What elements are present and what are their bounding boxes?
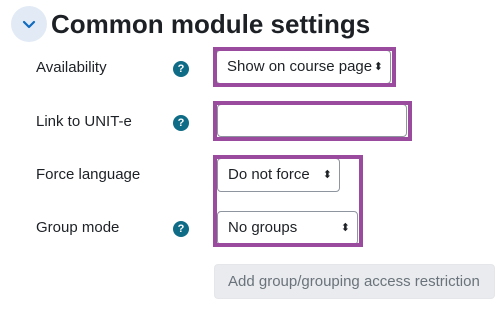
- availability-select[interactable]: Show on course page ⬍: [216, 50, 391, 84]
- collapse-toggle-button[interactable]: [11, 6, 47, 42]
- group-mode-label: Group mode: [36, 219, 120, 236]
- group-mode-select[interactable]: No groups ⬍: [217, 211, 358, 245]
- add-group-access-restriction-button[interactable]: Add group/grouping access restriction: [214, 264, 495, 299]
- help-icon[interactable]: ?: [173, 115, 189, 131]
- force-language-select[interactable]: Do not force ⬍: [217, 158, 340, 192]
- select-arrows-icon: ⬍: [322, 169, 332, 181]
- chevron-down-icon: [22, 20, 36, 29]
- availability-value: Show on course page: [227, 58, 373, 75]
- group-mode-value: No groups: [228, 219, 298, 236]
- help-icon[interactable]: ?: [173, 221, 189, 237]
- select-arrows-icon: ⬍: [340, 222, 350, 234]
- force-language-value: Do not force: [228, 166, 310, 183]
- link-label: Link to UNIT-e: [36, 113, 132, 130]
- help-icon[interactable]: ?: [173, 61, 189, 77]
- select-arrows-icon: ⬍: [373, 61, 383, 73]
- force-language-label: Force language: [36, 166, 141, 183]
- availability-label: Availability: [36, 59, 107, 76]
- section-title: Common module settings: [51, 9, 371, 39]
- link-input[interactable]: [217, 104, 407, 137]
